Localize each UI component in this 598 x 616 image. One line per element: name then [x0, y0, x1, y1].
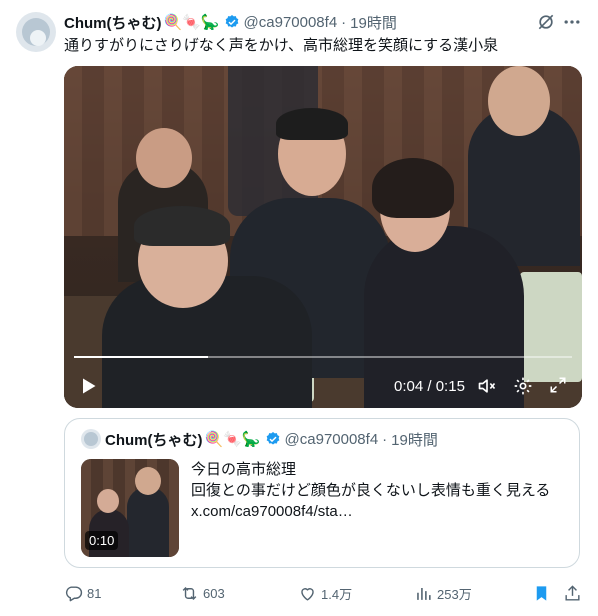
quoted-author-name: Chum(ちゃむ) [105, 431, 203, 449]
quoted-text-line: 今日の高市総理 [191, 461, 297, 478]
author-emojis: 🍭🍬🦕 [163, 14, 220, 31]
play-icon[interactable] [78, 376, 98, 396]
quoted-author-emojis: 🍭🍬🦕 [204, 431, 261, 448]
quoted-post-time: 19時間 [391, 431, 438, 449]
bookmark-button[interactable] [532, 583, 555, 603]
tweet-header: Chum(ちゃむ) 🍭🍬🦕 @ca970008f4 · 19時間 [64, 12, 397, 32]
tweet-text: 通りすがりにさりげなく声をかけ、高市総理を笑顔にする漢小泉 [64, 37, 499, 54]
reply-count: 81 [87, 585, 102, 601]
quoted-author-handle: @ca970008f4 [284, 430, 379, 448]
settings-icon[interactable] [513, 376, 533, 396]
quoted-avatar[interactable] [81, 429, 101, 449]
more-icon[interactable] [562, 12, 582, 32]
reply-button[interactable]: 81 [64, 583, 101, 603]
repost-button[interactable]: 603 [180, 583, 225, 603]
video-time: 0:04 / 0:15 [394, 378, 465, 395]
grok-icon[interactable] [536, 12, 556, 32]
views-count: 253万 [437, 586, 472, 602]
repost-icon [182, 586, 197, 600]
avatar[interactable] [16, 12, 56, 52]
views-icon [417, 587, 431, 600]
views-button[interactable]: 253万 [414, 583, 472, 603]
separator: · [382, 430, 388, 448]
quoted-text-line: 回復との事だけど顔色が良くないし表情も重く見える [191, 482, 551, 499]
repost-count: 603 [203, 585, 225, 601]
quoted-video-duration: 0:10 [85, 531, 119, 550]
verified-badge-icon [266, 432, 279, 445]
like-icon [301, 587, 314, 601]
separator: · [341, 13, 347, 31]
video-progress [74, 356, 209, 358]
quoted-header: Chum(ちゃむ) 🍭🍬🦕 @ca970008f4 · 19時間 [105, 429, 438, 449]
volume-icon[interactable] [477, 376, 497, 396]
post-time[interactable]: 19時間 [350, 12, 397, 33]
like-button[interactable]: 1.4万 [298, 583, 352, 603]
video-player[interactable]: 0:04 / 0:15 [64, 66, 582, 408]
author-name[interactable]: Chum(ちゃむ) [64, 12, 162, 33]
share-icon [565, 584, 580, 601]
bookmark-icon [536, 585, 547, 601]
quoted-text: 今日の高市総理 回復との事だけど顔色が良くないし表情も重く見える x.com/c… [191, 459, 550, 522]
reply-icon [65, 585, 83, 601]
verified-badge-icon [225, 15, 238, 28]
share-button[interactable] [563, 583, 586, 603]
author-handle[interactable]: @ca970008f4 [244, 14, 338, 31]
fullscreen-icon[interactable] [549, 376, 567, 394]
quoted-tweet[interactable]: Chum(ちゃむ) 🍭🍬🦕 @ca970008f4 · 19時間 0:10 今日… [64, 418, 580, 568]
like-count: 1.4万 [321, 586, 353, 602]
quoted-link[interactable]: x.com/ca970008f4/sta… [191, 501, 550, 522]
